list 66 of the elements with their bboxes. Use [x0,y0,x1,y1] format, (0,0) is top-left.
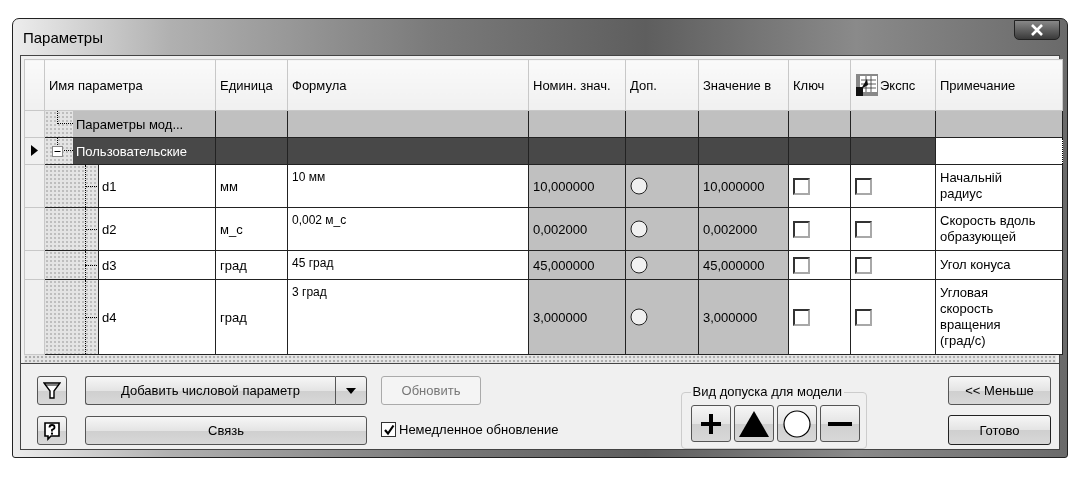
export-checkbox[interactable] [855,177,872,195]
column-header[interactable]: Имя параметра [49,77,143,93]
formula-cell[interactable]: 10 мм [292,170,326,184]
circle-tolerance-button[interactable] [776,405,817,442]
column-header[interactable]: Формула [292,77,347,93]
export-checkbox[interactable] [855,256,872,274]
tolerance-circle-icon[interactable] [630,256,648,274]
immediate-update-checkbox[interactable] [381,422,396,437]
tolerance-circle-icon[interactable] [630,308,648,326]
parameter-name: d2 [98,208,215,250]
model-value-cell: 45,000000 [703,257,765,273]
column-header[interactable]: Доп. [630,77,657,93]
done-button[interactable]: Готово [948,415,1051,445]
unit-cell: м_с [220,221,243,237]
less-button[interactable]: << Меньше [948,376,1051,405]
nominal-value-cell: 45,000000 [533,257,595,273]
column-header[interactable]: Экспс [880,77,916,93]
link-button[interactable]: Связь [85,416,367,445]
tolerance-group-label: Вид допуска для модели [690,384,845,399]
formula-cell[interactable]: 3 град [292,285,327,299]
table-export-icon [855,73,879,97]
triangle-icon [738,410,769,437]
unit-cell: град [220,257,247,273]
checkbox-label: Немедленное обновление [399,422,559,437]
key-checkbox[interactable] [793,220,810,238]
caret-icon [346,387,356,394]
plus-icon [699,412,722,435]
export-checkbox[interactable] [855,308,872,326]
window-title: Параметры [22,28,103,46]
unit-cell: град [220,309,247,325]
parameter-name: d1 [98,165,215,207]
model-value-cell: 0,002000 [703,221,758,237]
nominal-value-cell: 10,000000 [533,178,595,194]
key-checkbox[interactable] [793,308,810,326]
close-button[interactable] [1014,20,1060,40]
parameter-name: d4 [98,280,215,354]
dropdown-button[interactable] [335,376,367,405]
tolerance-circle-icon[interactable] [630,177,648,195]
help-button[interactable] [37,416,67,445]
model-value-cell: 10,000000 [703,178,765,194]
help-icon [43,420,61,441]
column-header[interactable]: Примечание [940,77,1016,93]
model-value-cell: 3,000000 [703,309,758,325]
circle-icon [782,409,811,438]
export-checkbox[interactable] [855,220,872,238]
plus-tolerance-button[interactable] [690,405,731,442]
formula-cell[interactable]: 45 град [292,256,334,270]
formula-cell[interactable]: 0,002 м_с [292,213,347,227]
key-checkbox[interactable] [793,177,810,195]
row-pointer-icon [31,144,38,156]
filter-icon [43,380,61,401]
nominal-value-cell: 0,002000 [533,221,588,237]
parameter-name: d3 [98,251,215,279]
key-checkbox[interactable] [793,256,810,274]
unit-cell: мм [220,178,238,194]
add-parameter-button[interactable]: Добавить числовой параметр [85,376,335,405]
close-icon [1030,24,1044,36]
triangle-tolerance-button[interactable] [733,405,774,442]
minus-tolerance-button[interactable] [819,405,860,442]
minus-icon [827,421,852,426]
collapse-icon[interactable] [52,146,63,157]
filter-button[interactable] [37,376,67,405]
nominal-value-cell: 3,000000 [533,309,588,325]
row-header[interactable] [24,137,45,165]
tolerance-circle-icon[interactable] [630,220,648,238]
column-header[interactable]: Ключ [793,77,825,93]
